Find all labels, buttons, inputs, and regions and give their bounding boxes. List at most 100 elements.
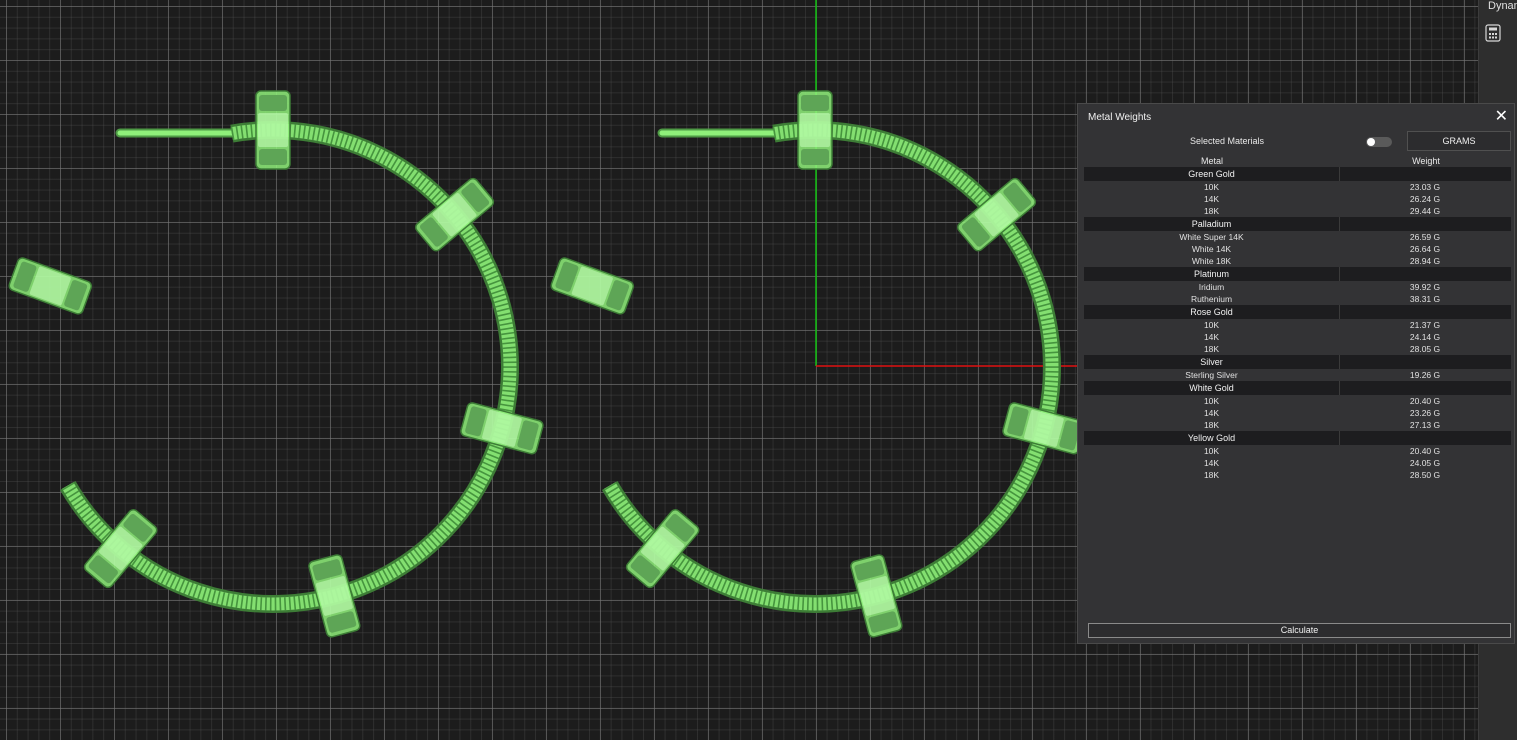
table-row: 14K 23.26 G — [1084, 407, 1511, 419]
metal-weight: 24.14 G — [1409, 332, 1441, 342]
selected-materials-label: Selected Materials — [1190, 136, 1265, 146]
metal-weight: 29.44 G — [1409, 206, 1441, 216]
metal-weight: 23.26 G — [1409, 408, 1441, 418]
metal-name: 10K — [1203, 182, 1220, 192]
table-row: Iridium 39.92 G — [1084, 281, 1511, 293]
metal-weight: 19.26 G — [1409, 370, 1441, 380]
group-name: Platinum — [1084, 267, 1340, 281]
group-header-row: White Gold — [1084, 381, 1511, 395]
metal-weight: 28.50 G — [1409, 470, 1441, 480]
metal-name: 14K — [1203, 194, 1220, 204]
hex-nut — [8, 257, 93, 315]
table-row: Ruthenium 38.31 G — [1084, 293, 1511, 305]
group-header-row: Green Gold — [1084, 167, 1511, 181]
metal-weight: 21.37 G — [1409, 320, 1441, 330]
nut-face-bottom — [801, 149, 829, 165]
metal-name: 18K — [1203, 420, 1220, 430]
table-row: White 14K 26.64 G — [1084, 243, 1511, 255]
group-weight-cell — [1340, 217, 1511, 231]
metal-name: 14K — [1203, 458, 1220, 468]
metal-weight: 23.03 G — [1409, 182, 1441, 192]
metal-name: Sterling Silver — [1185, 370, 1238, 380]
calculator-icon[interactable] — [1485, 24, 1501, 42]
group-header-row: Silver — [1084, 355, 1511, 369]
metal-weights-table: Green Gold 10K 23.03 G 14K 26.24 G 18K 29.44 G… — [1084, 167, 1511, 481]
selected-materials-toggle[interactable] — [1366, 137, 1392, 147]
nut-highlight — [800, 113, 830, 147]
table-row: Sterling Silver 19.26 G — [1084, 369, 1511, 381]
group-weight-cell — [1340, 355, 1511, 369]
metal-weight: 26.24 G — [1409, 194, 1441, 204]
metal-weight: 28.05 G — [1409, 344, 1441, 354]
metal-name: 18K — [1203, 206, 1220, 216]
table-row: White 18K 28.94 G — [1084, 255, 1511, 267]
table-row: 10K 23.03 G — [1084, 181, 1511, 193]
table-row: 18K 28.05 G — [1084, 343, 1511, 355]
table-row: 10K 20.40 G — [1084, 445, 1511, 457]
table-row: 10K 20.40 G — [1084, 395, 1511, 407]
metal-weight: 26.59 G — [1409, 232, 1441, 242]
metal-name: White 18K — [1191, 256, 1232, 266]
table-row: 18K 28.50 G — [1084, 469, 1511, 481]
group-weight-cell — [1340, 167, 1511, 181]
group-header-row: Rose Gold — [1084, 305, 1511, 319]
table-row: 14K 26.24 G — [1084, 193, 1511, 205]
group-name: Palladium — [1084, 217, 1340, 231]
group-weight-cell — [1340, 381, 1511, 395]
group-name: Yellow Gold — [1084, 431, 1340, 445]
unit-grams-button[interactable]: GRAMS — [1407, 131, 1511, 151]
hex-nut — [255, 90, 291, 170]
hex-nut — [550, 257, 635, 315]
metal-name: 18K — [1203, 344, 1220, 354]
metal-name: Iridium — [1198, 282, 1225, 292]
metal-name: 14K — [1203, 408, 1220, 418]
group-weight-cell — [1340, 305, 1511, 319]
metal-name: 10K — [1203, 320, 1220, 330]
metal-name: 18K — [1203, 470, 1220, 480]
toggle-knob — [1367, 138, 1375, 146]
group-weight-cell — [1340, 431, 1511, 445]
metal-weight: 24.05 G — [1409, 458, 1441, 468]
table-row: 18K 29.44 G — [1084, 205, 1511, 217]
group-name: Green Gold — [1084, 167, 1340, 181]
metal-weight: 28.94 G — [1409, 256, 1441, 266]
metal-name: 10K — [1203, 396, 1220, 406]
table-row: 10K 21.37 G — [1084, 319, 1511, 331]
nut-face-bottom — [259, 149, 287, 165]
metal-weight: 27.13 G — [1409, 420, 1441, 430]
column-header-metal: Metal — [1200, 156, 1223, 166]
hoop-earring-right[interactable] — [550, 90, 1086, 638]
metal-name: 14K — [1203, 332, 1220, 342]
group-name: Rose Gold — [1084, 305, 1340, 319]
nut-face-top — [801, 95, 829, 111]
metal-weight: 39.92 G — [1409, 282, 1441, 292]
table-row: 18K 27.13 G — [1084, 419, 1511, 431]
metal-name: White Super 14K — [1179, 232, 1244, 242]
table-row: 14K 24.14 G — [1084, 331, 1511, 343]
metal-name: Ruthenium — [1190, 294, 1233, 304]
column-header-weight: Weight — [1412, 156, 1440, 166]
nut-face-top — [259, 95, 287, 111]
metal-weight: 20.40 G — [1409, 446, 1441, 456]
metal-weights-panel: Metal Weights ✕ Selected Materials GRAMS… — [1077, 103, 1515, 644]
table-row: 14K 24.05 G — [1084, 457, 1511, 469]
hex-nut — [797, 90, 833, 170]
metal-name: White 14K — [1191, 244, 1232, 254]
hoop-earring-left[interactable] — [8, 90, 544, 638]
group-name: White Gold — [1084, 381, 1340, 395]
metal-weight: 20.40 G — [1409, 396, 1441, 406]
group-header-row: Yellow Gold — [1084, 431, 1511, 445]
table-row: White Super 14K 26.59 G — [1084, 231, 1511, 243]
group-name: Silver — [1084, 355, 1340, 369]
close-icon[interactable]: ✕ — [1495, 107, 1508, 127]
calculate-button[interactable]: Calculate — [1088, 623, 1511, 638]
group-header-row: Platinum — [1084, 267, 1511, 281]
group-header-row: Palladium — [1084, 217, 1511, 231]
nut-highlight — [258, 113, 288, 147]
group-weight-cell — [1340, 267, 1511, 281]
metal-weight: 26.64 G — [1409, 244, 1441, 254]
sidebar-title: Dynam — [1488, 0, 1517, 12]
metal-name: 10K — [1203, 446, 1220, 456]
metal-weight: 38.31 G — [1409, 294, 1441, 304]
panel-title: Metal Weights — [1088, 112, 1152, 123]
